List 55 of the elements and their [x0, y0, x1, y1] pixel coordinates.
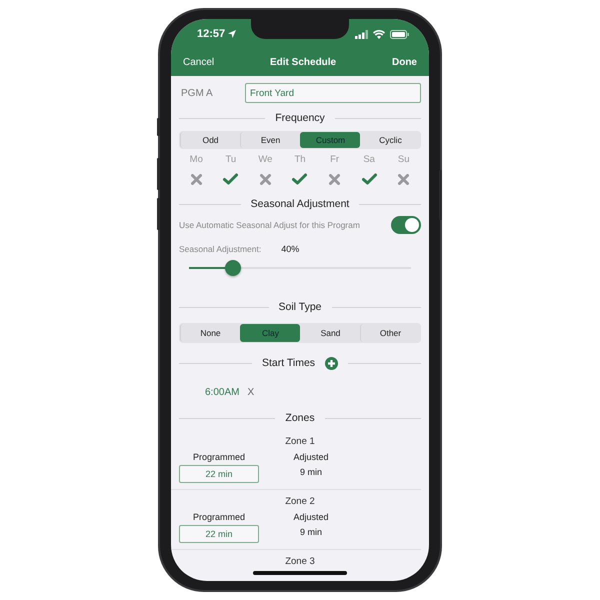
program-label: PGM A — [181, 88, 214, 98]
battery-icon — [390, 30, 409, 38]
programmed-label: Programmed — [192, 512, 246, 522]
section-heading: Zones — [285, 412, 315, 424]
day-label: Su — [398, 154, 410, 165]
add-icon[interactable] — [325, 356, 338, 370]
auto-adjust-toggle[interactable] — [391, 216, 421, 234]
zone-name: Zone 2 — [285, 495, 315, 509]
day-label: Fr — [330, 154, 340, 165]
section-heading: Start Times — [262, 357, 316, 369]
check-icon[interactable] — [223, 173, 238, 185]
frequency-option[interactable]: Cyclic — [360, 132, 420, 148]
day-label: We — [258, 154, 272, 165]
adjustment-label: Seasonal Adjustment: — [179, 244, 262, 254]
status-time: 12:57 — [197, 28, 226, 40]
program-name-field[interactable]: Front Yard — [245, 83, 421, 103]
start-time[interactable]: 6:00AM — [205, 387, 240, 398]
screen-title: Edit Schedule — [270, 57, 336, 68]
auto-adjust-label: Use Automatic Seasonal Adjust for this Program — [179, 220, 360, 230]
adjustment-value: 40% — [281, 244, 300, 254]
signal-icon — [355, 30, 368, 38]
cancel-button[interactable]: Cancel — [183, 57, 214, 68]
day-label: Sa — [363, 154, 375, 165]
remove-time-button[interactable]: X — [247, 387, 254, 398]
section-heading: Seasonal Adjustment — [250, 198, 350, 210]
frequency-option[interactable]: Custom — [300, 132, 360, 148]
programmed-label: Programmed — [192, 452, 246, 462]
zone-name: Zone 3 — [285, 555, 315, 569]
soil-option[interactable]: Other — [360, 324, 420, 342]
frequency-option[interactable]: Odd — [180, 132, 240, 148]
location-arrow-icon — [228, 30, 236, 38]
adjusted-value: 9 min — [298, 467, 323, 479]
cross-icon[interactable] — [398, 174, 410, 184]
wifi-icon — [373, 30, 385, 38]
day-label: Th — [294, 154, 306, 165]
programmed-field[interactable]: 22 min — [179, 465, 259, 483]
adjusted-label: Adjusted — [292, 512, 330, 522]
soil-option[interactable]: Sand — [300, 324, 360, 342]
check-icon[interactable] — [292, 173, 308, 185]
done-button[interactable]: Done — [392, 57, 417, 68]
cross-icon[interactable] — [260, 174, 271, 184]
slider-thumb[interactable] — [225, 260, 242, 276]
soil-option[interactable]: Clay — [240, 324, 300, 342]
adjusted-value: 9 min — [298, 527, 323, 539]
section-heading: Soil Type — [278, 301, 322, 313]
section-heading: Frequency — [275, 112, 325, 124]
day-label: Tu — [225, 154, 236, 165]
check-icon[interactable] — [362, 173, 377, 185]
adjusted-label: Adjusted — [292, 452, 330, 462]
cross-icon[interactable] — [329, 174, 340, 184]
zone-name: Zone 1 — [285, 435, 315, 449]
programmed-field[interactable]: 22 min — [179, 525, 259, 543]
day-label: Mo — [190, 154, 203, 165]
seasonal-slider[interactable] — [189, 260, 411, 276]
cross-icon[interactable] — [190, 174, 202, 184]
